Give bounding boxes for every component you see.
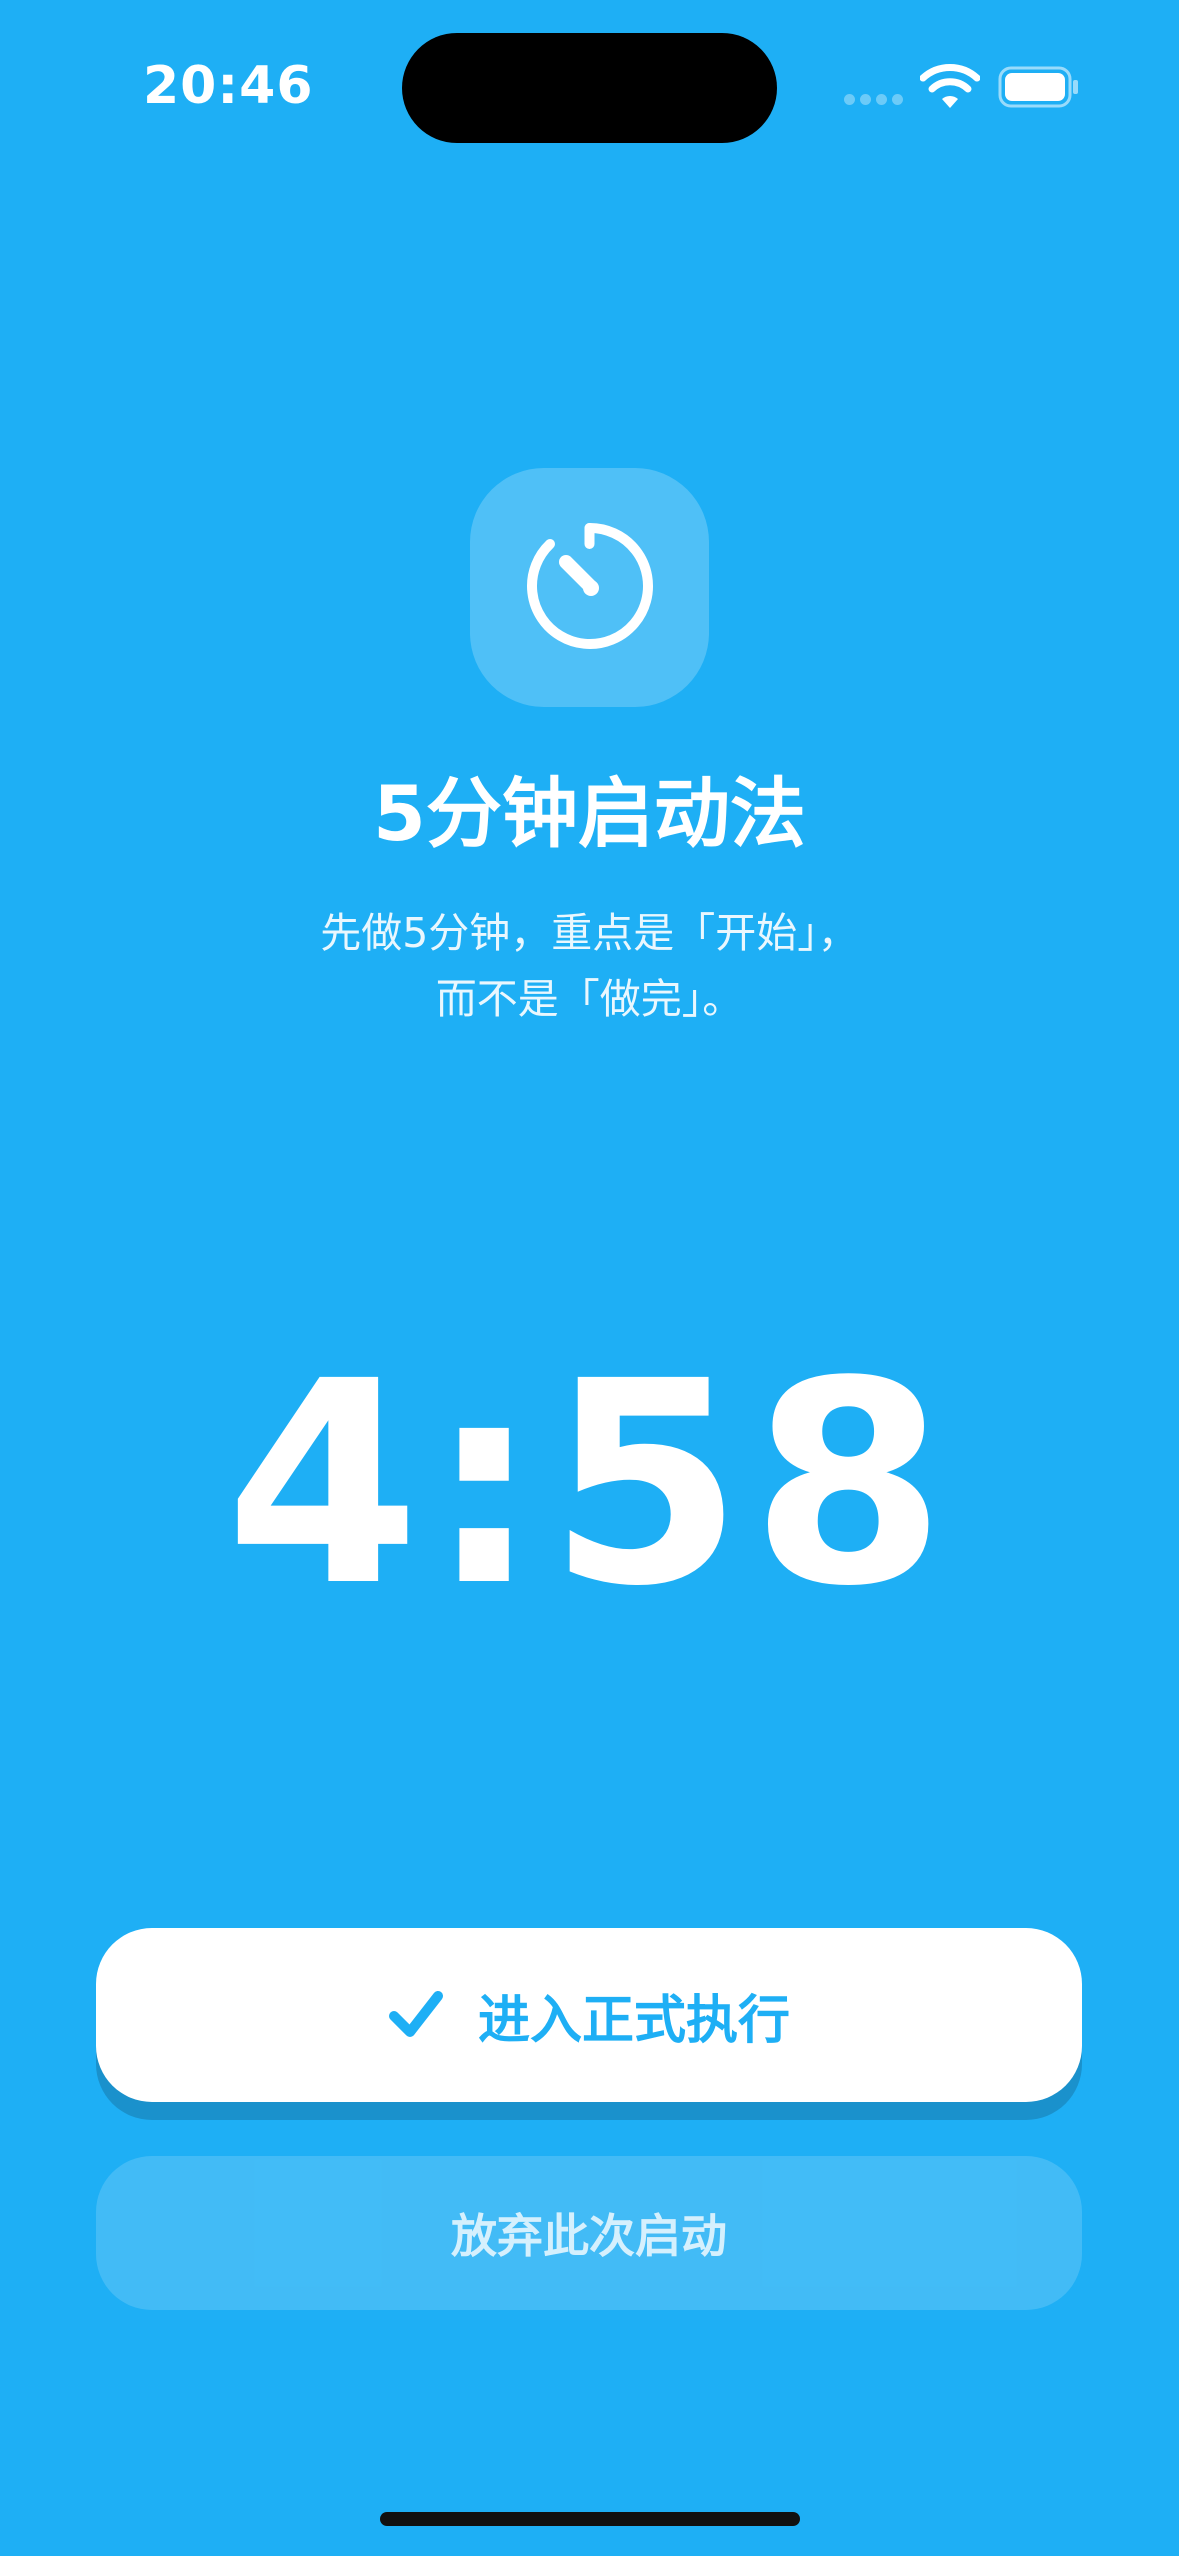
timer-badge [470,468,709,707]
start-execution-button[interactable]: 进入正式执行 [96,1928,1082,2102]
dynamic-island [402,33,777,143]
subtitle-line-1: 先做5分钟，重点是「开始」， [320,909,859,957]
start-execution-label: 进入正式执行 [477,1990,790,2051]
stopwatch-icon [527,522,653,649]
status-time: 20:46 [143,56,314,116]
status-bar: 20:46 [0,0,1179,180]
home-indicator[interactable] [380,2512,800,2526]
subtitle-line-2: 而不是「做完」。 [435,975,744,1023]
cellular-signal-icon [844,94,904,106]
checkmark-icon [388,1991,443,2037]
battery-icon [998,66,1078,108]
page-subtitle: 先做5分钟，重点是「开始」， 而不是「做完」。 [200,900,979,1032]
page-title: 5分钟启动法 [373,769,806,858]
countdown-timer: 4:58 [225,1322,954,1648]
abandon-start-button[interactable]: 放弃此次启动 [96,2156,1082,2310]
abandon-start-label: 放弃此次启动 [451,2209,727,2263]
wifi-icon [920,64,980,108]
